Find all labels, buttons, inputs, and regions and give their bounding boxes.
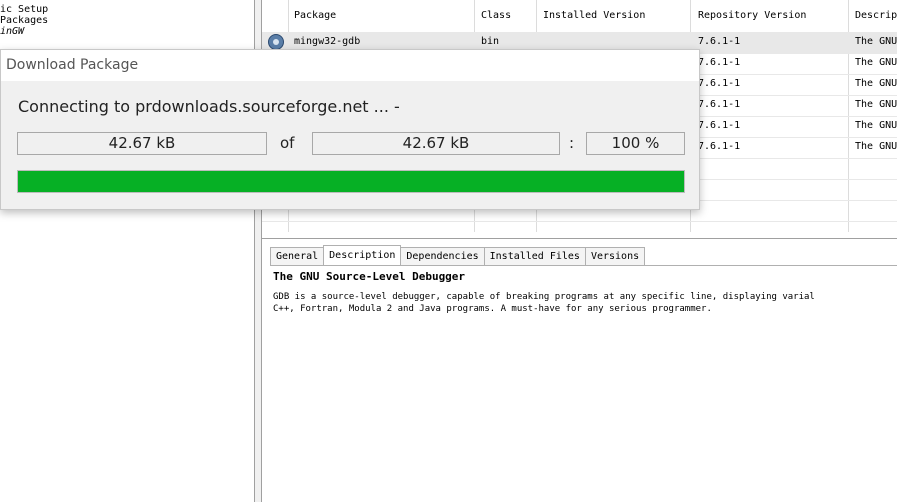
details-tabs: General Description Dependencies Installed …: [270, 245, 646, 266]
tab-versions[interactable]: Versions: [584, 247, 646, 266]
tab-installed-files[interactable]: Installed Files: [483, 247, 586, 266]
tab-divider: [270, 265, 897, 266]
column-header-repository-version[interactable]: Repository Version: [698, 0, 806, 32]
tab-description[interactable]: Description: [323, 245, 402, 266]
cell-repository-version: 7.6.1-1: [698, 57, 741, 68]
dialog-titlebar[interactable]: Download Package: [1, 50, 699, 81]
download-package-dialog: Download Package Connecting to prdownloa…: [0, 49, 700, 210]
package-details-pane: General Description Dependencies Installed …: [262, 238, 897, 503]
tree-item-basic-setup[interactable]: ic Setup: [0, 4, 48, 15]
progress-fill: [18, 171, 684, 192]
cell-repository-version: 7.6.1-1: [698, 120, 741, 131]
download-progress-bar: [17, 170, 685, 193]
description-body: GDB is a source-level debugger, capable …: [273, 291, 897, 315]
cell-description: The GNU: [855, 120, 897, 131]
dialog-title: Download Package: [6, 57, 139, 73]
cell-repository-version: 7.6.1-1: [698, 99, 741, 110]
package-icon[interactable]: [268, 34, 284, 50]
downloaded-size-field: 42.67 kB: [17, 132, 267, 155]
connection-status: Connecting to prdownloads.sourceforge.ne…: [18, 97, 400, 116]
column-header-package[interactable]: Package: [294, 0, 336, 32]
tree-item-all-packages[interactable]: Packages: [0, 15, 48, 26]
tab-dependencies[interactable]: Dependencies: [400, 247, 485, 266]
column-header-installed-version[interactable]: Installed Version: [543, 0, 645, 32]
cell-repository-version: 7.6.1-1: [698, 141, 741, 152]
cell-repository-version: 7.6.1-1: [698, 36, 741, 47]
tab-general[interactable]: General: [270, 247, 325, 266]
cell-description: The GNU: [855, 99, 897, 110]
description-line: C++, Fortran, Modula 2 and Java programs…: [273, 304, 712, 314]
cell-description: The GNU: [855, 36, 897, 47]
colon-label: :: [569, 134, 575, 152]
description-title: The GNU Source-Level Debugger: [273, 270, 466, 283]
cell-description: The GNU: [855, 141, 897, 152]
column-header-class[interactable]: Class: [481, 0, 511, 32]
of-label: of: [280, 134, 295, 152]
column-header-description[interactable]: Descrip: [855, 0, 897, 32]
table-row[interactable]: [262, 221, 897, 232]
cell-description: The GNU: [855, 57, 897, 68]
description-line: GDB is a source-level debugger, capable …: [273, 292, 815, 302]
cell-description: The GNU: [855, 78, 897, 89]
total-size-field: 42.67 kB: [312, 132, 560, 155]
tree-item-mingw[interactable]: inGW: [0, 26, 24, 37]
percent-field: 100 %: [586, 132, 685, 155]
cell-repository-version: 7.6.1-1: [698, 78, 741, 89]
